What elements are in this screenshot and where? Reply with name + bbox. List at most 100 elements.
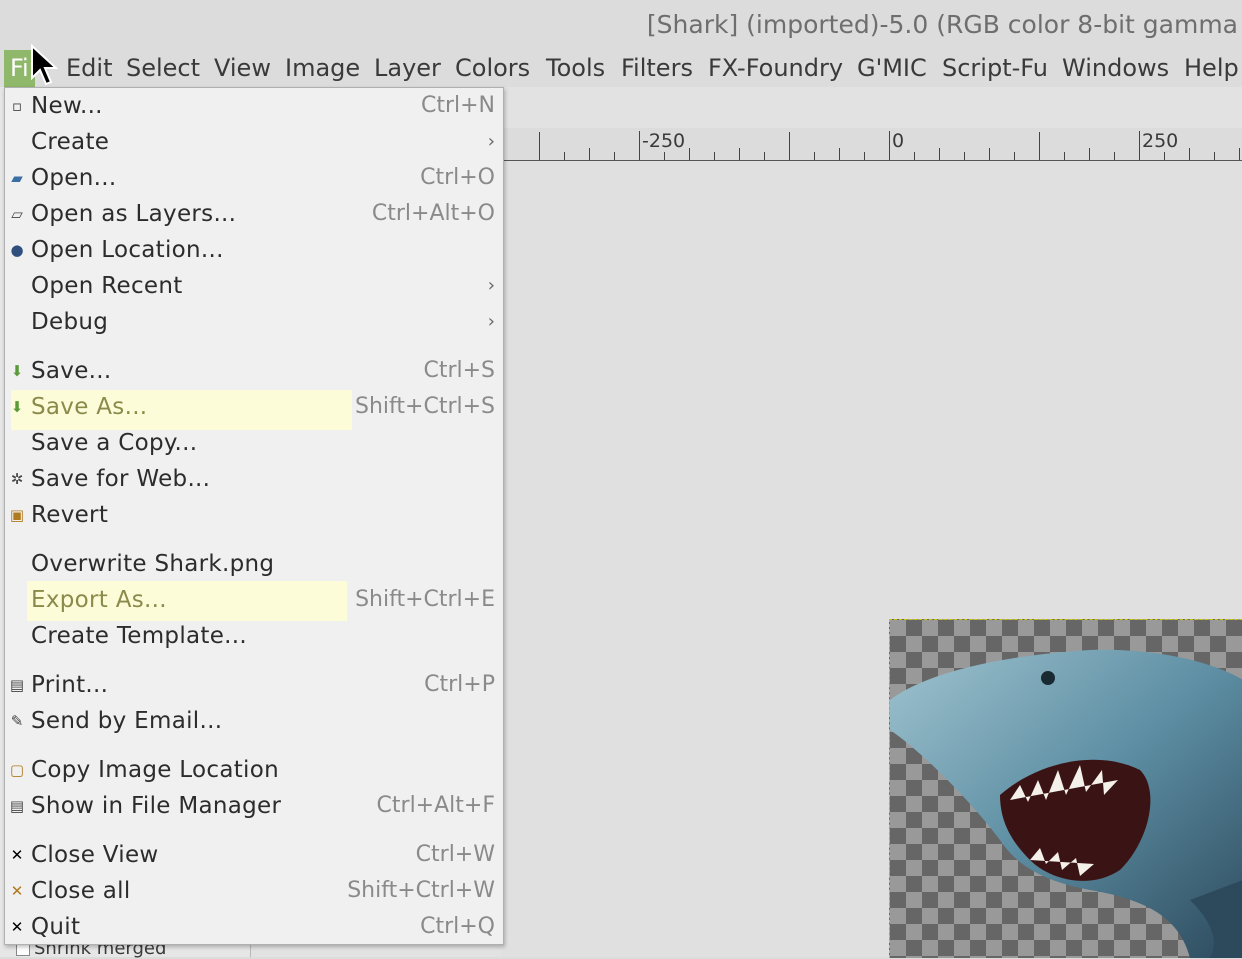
- menu-item-shortcut: Shift+Ctrl+E: [355, 587, 495, 612]
- ruler-tick: [839, 148, 840, 160]
- menu-item-shortcut: Ctrl+O: [420, 165, 495, 190]
- menu-item-create[interactable]: Create ›: [5, 124, 503, 160]
- menu-item-print[interactable]: ▤ Print... Ctrl+P: [5, 667, 503, 703]
- menu-item-label: Save As...: [31, 394, 148, 420]
- gear-icon: ✲: [10, 470, 24, 488]
- menu-item-send-by-email[interactable]: ✎ Send by Email...: [5, 703, 503, 739]
- ruler-label: 0: [889, 131, 904, 155]
- ruler-tick: [814, 152, 815, 160]
- menu-item-shortcut: Ctrl+P: [424, 672, 495, 697]
- ruler-tick: [1114, 152, 1115, 160]
- submenu-arrow-icon: ›: [487, 131, 495, 152]
- ruler-tick: [739, 148, 740, 160]
- layers-icon: ▱: [11, 205, 23, 223]
- menu-item-copy-image-location[interactable]: ▢ Copy Image Location: [5, 752, 503, 788]
- save-as-icon: ⬇: [10, 398, 24, 416]
- menu-item-new[interactable]: ▫ New... Ctrl+N: [5, 88, 503, 124]
- menu-item-label: Copy Image Location: [31, 757, 279, 783]
- menu-item-overwrite[interactable]: Overwrite Shark.png: [5, 546, 503, 582]
- menu-edit[interactable]: Edit: [66, 50, 112, 87]
- ruler-tick: [664, 152, 665, 160]
- menu-item-label: Save a Copy...: [31, 430, 198, 456]
- menu-item-label: Close View: [31, 842, 159, 868]
- menu-item-label: Save...: [31, 358, 112, 384]
- ruler-tick: [939, 148, 940, 160]
- ruler-tick: [764, 152, 765, 160]
- revert-icon: ▣: [9, 506, 25, 524]
- menu-item-label: Show in File Manager: [31, 793, 282, 819]
- ruler-tick: [889, 148, 890, 160]
- ruler-tick: [589, 148, 590, 160]
- menu-item-label: New...: [31, 93, 103, 119]
- menu-item-label: Print...: [31, 672, 109, 698]
- quit-icon: ✕: [10, 918, 24, 936]
- menu-colors[interactable]: Colors: [455, 50, 530, 87]
- menu-item-save[interactable]: ⬇ Save... Ctrl+S: [5, 353, 503, 389]
- menu-item-debug[interactable]: Debug ›: [5, 304, 503, 340]
- menu-item-shortcut: Shift+Ctrl+W: [347, 878, 495, 903]
- ruler-tick: [1039, 132, 1040, 160]
- menu-item-revert[interactable]: ▣ Revert: [5, 497, 503, 533]
- menu-item-export-as[interactable]: Export As... Shift+Ctrl+E: [5, 582, 503, 618]
- menu-item-save-for-web[interactable]: ✲ Save for Web...: [5, 461, 503, 497]
- ruler-tick: [964, 152, 965, 160]
- menu-item-label: Create Template...: [31, 623, 248, 649]
- menu-image[interactable]: Image: [285, 50, 360, 87]
- file-manager-icon: ▤: [9, 797, 25, 815]
- menu-item-label: Revert: [31, 502, 109, 528]
- menu-item-create-template[interactable]: Create Template...: [5, 618, 503, 654]
- submenu-arrow-icon: ›: [487, 275, 495, 296]
- menu-select[interactable]: Select: [126, 50, 200, 87]
- save-icon: ⬇: [10, 362, 24, 380]
- menu-filters[interactable]: Filters: [621, 50, 693, 87]
- menu-item-label: Close all: [31, 878, 131, 904]
- ruler-tick: [1014, 152, 1015, 160]
- menu-item-shortcut: Ctrl+Alt+F: [376, 793, 495, 818]
- menu-item-label: Open Location...: [31, 237, 224, 263]
- ruler-tick: [639, 148, 640, 160]
- menu-bar: Fi Edit Select View Image Layer Colors T…: [0, 50, 1242, 87]
- menu-item-open-recent[interactable]: Open Recent ›: [5, 268, 503, 304]
- shark-image: [890, 649, 1242, 958]
- menu-item-shortcut: Ctrl+W: [415, 842, 495, 867]
- menu-fx-foundry[interactable]: FX-Foundry: [708, 50, 843, 87]
- clipboard-icon: ▢: [9, 761, 25, 779]
- menu-item-open[interactable]: ▰ Open... Ctrl+O: [5, 160, 503, 196]
- title-bar: [Shark] (imported)-5.0 (RGB color 8-bit …: [0, 0, 1242, 50]
- menu-view[interactable]: View: [214, 50, 271, 87]
- submenu-arrow-icon: ›: [487, 311, 495, 332]
- ruler-tick: [564, 152, 565, 160]
- ruler-tick: [714, 152, 715, 160]
- menu-gmic[interactable]: G'MIC: [857, 50, 927, 87]
- menu-script-fu[interactable]: Script-Fu: [942, 50, 1048, 87]
- menu-item-label: Overwrite Shark.png: [31, 551, 275, 577]
- menu-item-shortcut: Ctrl+Alt+O: [371, 201, 495, 226]
- menu-item-quit[interactable]: ✕ Quit Ctrl+Q: [5, 909, 503, 945]
- menu-help[interactable]: Help: [1184, 50, 1239, 87]
- menu-item-label: Save for Web...: [31, 466, 211, 492]
- horizontal-ruler[interactable]: -250 0 250: [502, 128, 1242, 161]
- menu-item-label: Quit: [31, 914, 81, 940]
- window-title: [Shark] (imported)-5.0 (RGB color 8-bit …: [646, 10, 1238, 39]
- close-all-icon: ✕: [10, 882, 24, 900]
- ruler-tick: [1139, 148, 1140, 160]
- menu-item-close-all[interactable]: ✕ Close all Shift+Ctrl+W: [5, 873, 503, 909]
- open-folder-icon: ▰: [11, 169, 23, 187]
- image-canvas[interactable]: [889, 619, 1242, 958]
- menu-item-shortcut: Shift+Ctrl+S: [355, 394, 495, 419]
- menu-item-open-as-layers[interactable]: ▱ Open as Layers... Ctrl+Alt+O: [5, 196, 503, 232]
- printer-icon: ▤: [9, 676, 25, 694]
- ruler-tick: [1214, 152, 1215, 160]
- menu-item-save-a-copy[interactable]: Save a Copy...: [5, 425, 503, 461]
- ruler-tick: [1189, 148, 1190, 160]
- menu-windows[interactable]: Windows: [1062, 50, 1169, 87]
- menu-item-shortcut: Ctrl+Q: [420, 914, 495, 939]
- menu-layer[interactable]: Layer: [374, 50, 441, 87]
- menu-item-show-in-file-manager[interactable]: ▤ Show in File Manager Ctrl+Alt+F: [5, 788, 503, 824]
- menu-item-open-location[interactable]: ● Open Location...: [5, 232, 503, 268]
- menu-tools[interactable]: Tools: [546, 50, 605, 87]
- menu-item-save-as[interactable]: ⬇ Save As... Shift+Ctrl+S: [5, 389, 503, 425]
- pen-icon: ✎: [10, 712, 24, 730]
- menu-item-label: Send by Email...: [31, 708, 223, 734]
- menu-item-close-view[interactable]: ✕ Close View Ctrl+W: [5, 837, 503, 873]
